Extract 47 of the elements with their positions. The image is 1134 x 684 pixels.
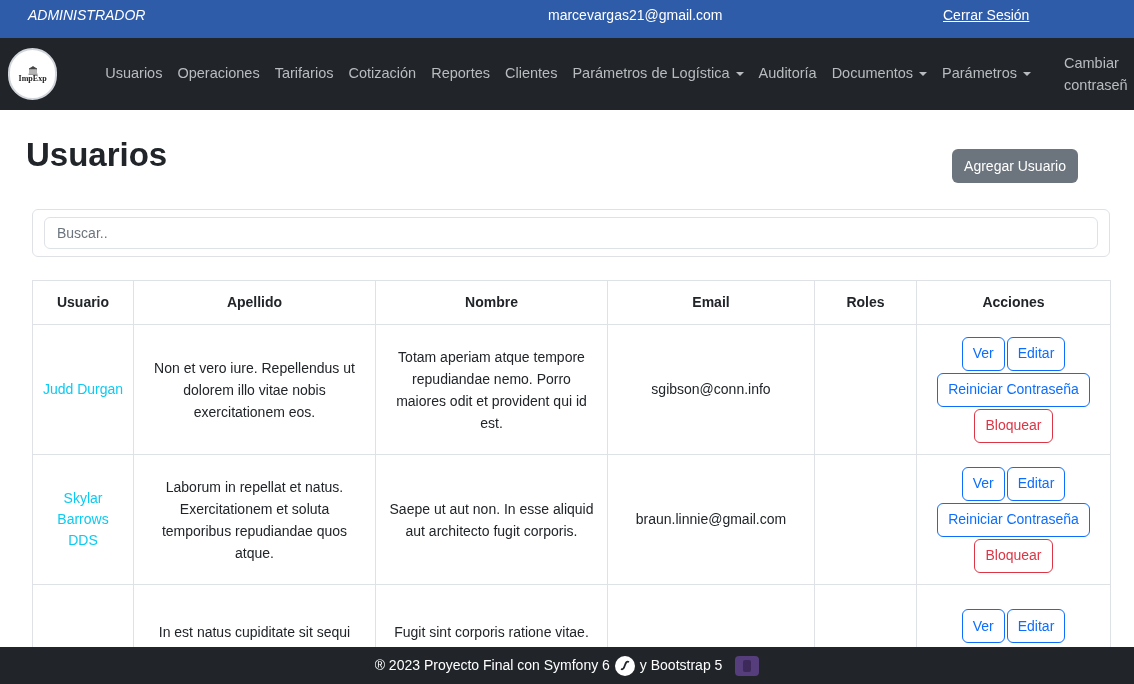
column-header: Acciones: [916, 280, 1111, 325]
nav-link[interactable]: Cotización: [348, 63, 417, 85]
table-cell: Laborum in repellat et natus. Exercitationem et soluta temporibus repudiandae quos atque.: [133, 454, 376, 585]
column-header: Usuario: [32, 280, 134, 325]
action-button[interactable]: Bloquear: [974, 538, 1053, 573]
footer-text: y Bootstrap 5: [639, 656, 723, 675]
nav-link[interactable]: Documentos: [831, 63, 928, 85]
page-title: Usuarios: [26, 135, 168, 175]
nav-link[interactable]: Parámetros: [942, 63, 1031, 85]
table-cell: Non et vero iure. Repellendus ut dolorem illo vitae nobis exercitationem eos.: [133, 324, 376, 455]
nav-link[interactable]: Tarifarios: [274, 63, 334, 85]
column-header: Apellido: [133, 280, 376, 325]
logo-text: ImpExp: [18, 74, 47, 83]
search-field[interactable]: Buscar..: [44, 217, 1098, 249]
building-icon: [27, 65, 38, 75]
action-button[interactable]: Ver: [961, 466, 1005, 501]
caret-icon: [735, 72, 744, 76]
column-header: Roles: [814, 280, 917, 325]
action-button[interactable]: Ver: [961, 336, 1005, 371]
caret-icon: [919, 72, 928, 76]
action-button[interactable]: Editar: [1006, 336, 1066, 371]
table-cell: braun.linnie@gmail.com: [607, 454, 815, 585]
action-button[interactable]: Reiniciar Contraseña: [937, 502, 1090, 537]
column-header: Nombre: [375, 280, 608, 325]
action-button[interactable]: Bloquear: [974, 408, 1053, 443]
user-email: marcevargas21@gmail.com: [548, 6, 724, 25]
nav-link[interactable]: Cambiar contraseñ: [1046, 52, 1134, 96]
action-button[interactable]: Editar: [1006, 609, 1066, 643]
logout-link[interactable]: Cerrar Sesión: [943, 5, 1030, 26]
add-user-button[interactable]: Agregar Usuario: [952, 149, 1078, 183]
role-label: ADMINISTRADOR: [28, 6, 147, 25]
column-header: Email: [607, 280, 815, 325]
caret-icon: [1023, 72, 1031, 76]
nav-link[interactable]: Auditoría: [758, 63, 817, 85]
logo[interactable]: ImpExp: [8, 48, 58, 100]
nav-link[interactable]: Reportes: [431, 63, 491, 85]
nav-link[interactable]: Clientes: [505, 63, 558, 85]
nav-link[interactable]: Parámetros de Logística: [572, 63, 744, 85]
table-cell: Totam aperiam atque tempore repudiandae nemo. Porro maiores odit et provident qui id est.: [375, 324, 608, 455]
action-button[interactable]: Ver: [961, 609, 1005, 643]
action-button[interactable]: Editar: [1006, 466, 1066, 501]
nav-link[interactable]: Operaciones: [177, 63, 260, 85]
action-button[interactable]: Reiniciar Contraseña: [937, 372, 1090, 407]
nav-link[interactable]: Usuarios: [105, 63, 163, 85]
table-cell: Saepe ut aut non. In esse aliquid aut architecto fugit corporis.: [375, 454, 608, 585]
footer-text: ® 2023 Proyecto Final con Symfony 6: [374, 656, 610, 675]
table-cell: sgibson@conn.info: [607, 324, 815, 455]
